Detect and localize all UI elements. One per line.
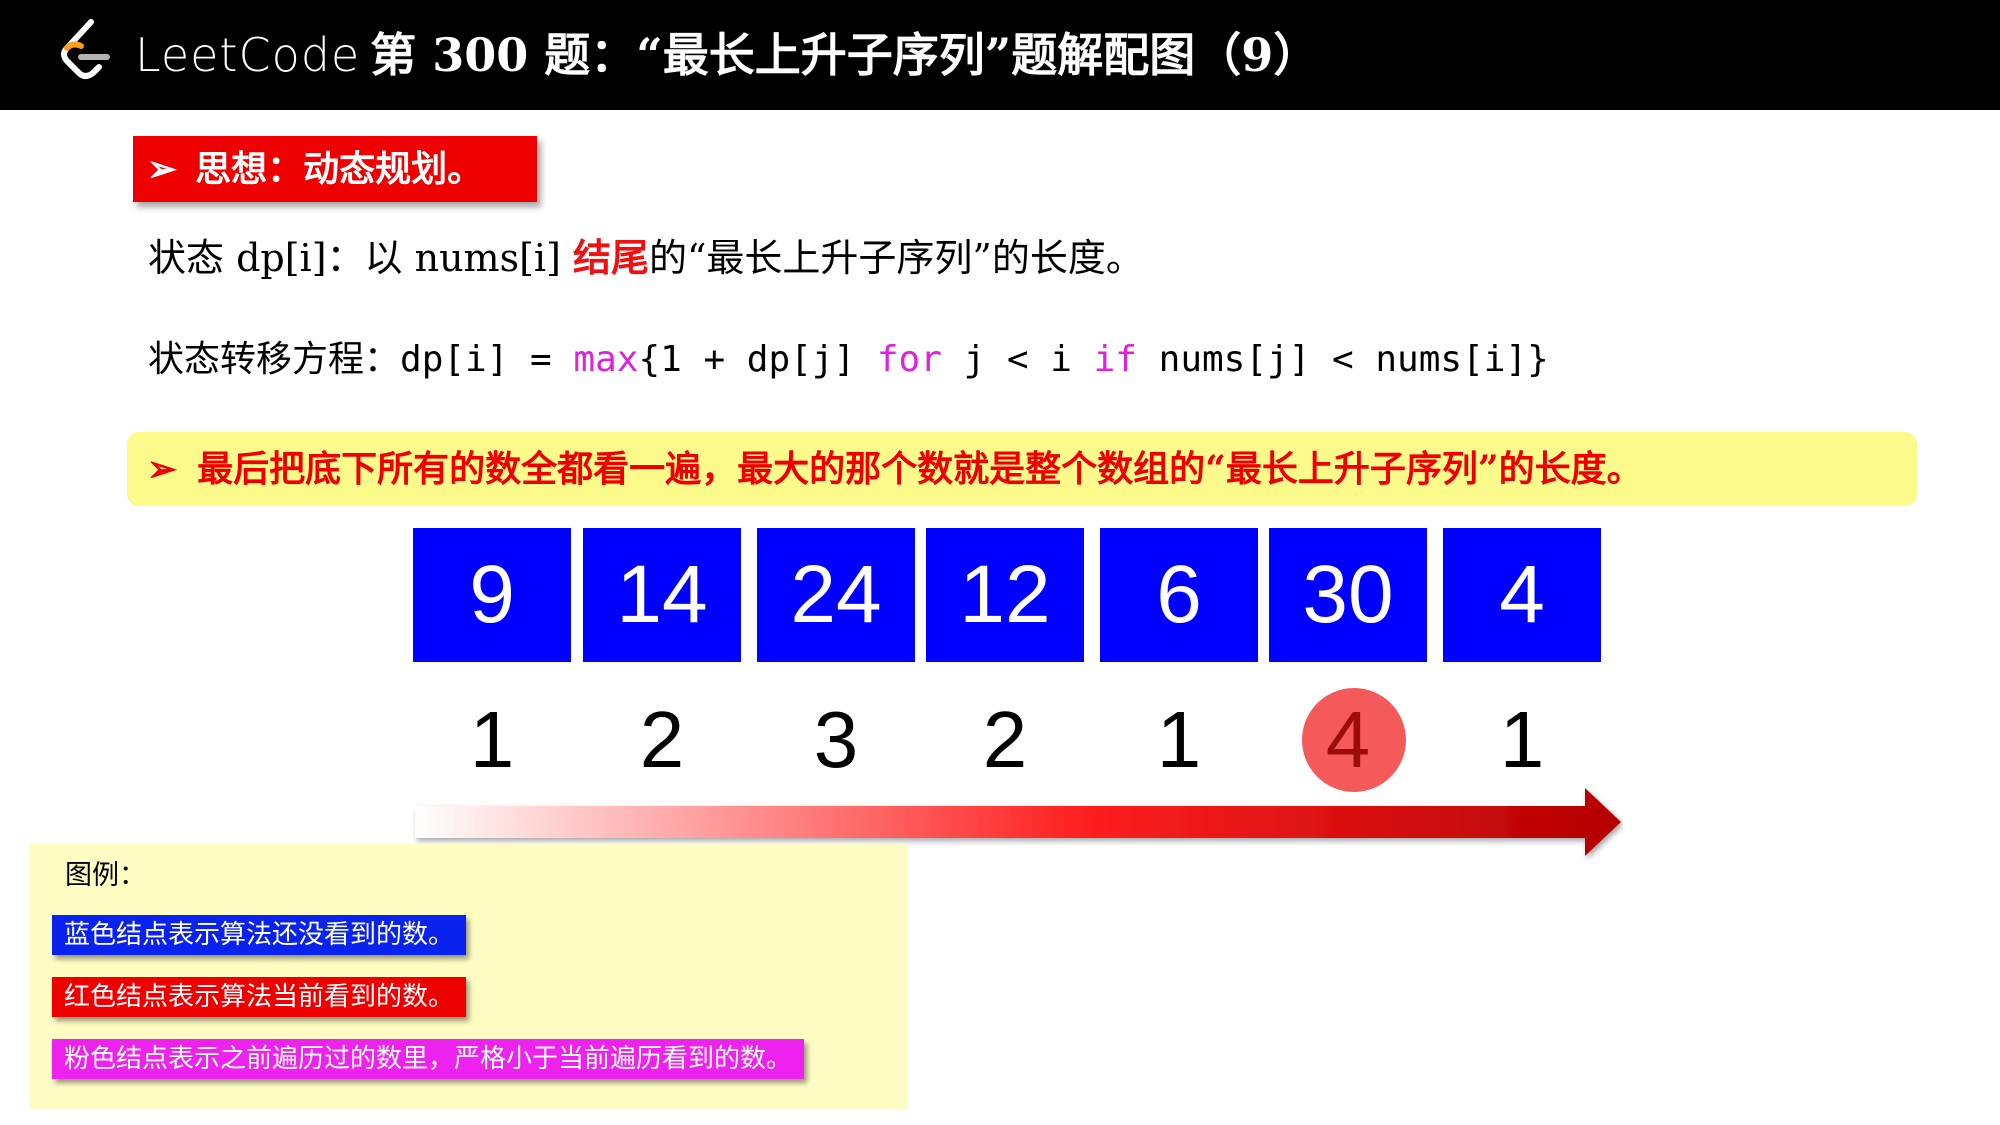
- code-condition: nums[j] < nums[i]}: [1136, 339, 1549, 380]
- num-cell: 12: [926, 528, 1084, 662]
- code-dp-assign: dp[i] =: [400, 339, 574, 380]
- dp-value-max: 4: [1325, 695, 1371, 784]
- code-keyword-for: for: [876, 339, 942, 380]
- idea-text: 思想：动态规划。: [195, 148, 484, 190]
- title-text: 第 300 题：“最长上升子序列”题解配图（9）: [370, 28, 1320, 82]
- transition-equation: 状态转移方程：dp[i] = max{1 + dp[j] for j < i i…: [148, 330, 1549, 390]
- dp-value: 1: [469, 695, 515, 784]
- legend-item-red: 红色结点表示算法当前看到的数。: [52, 977, 467, 1017]
- code-range: j < i: [941, 339, 1094, 380]
- num-cell: 24: [757, 528, 915, 662]
- state-definition-part1: 状态 dp[i]：以 nums[i]: [148, 236, 573, 280]
- page-title: LeetCode 第 300 题：“最长上升子序列”题解配图（9）: [135, 22, 1319, 88]
- legend-panel: 图例： 蓝色结点表示算法还没看到的数。 红色结点表示算法当前看到的数。 粉色结点…: [30, 844, 908, 1109]
- num-cell: 30: [1269, 528, 1427, 662]
- state-definition: 状态 dp[i]：以 nums[i] 结尾的“最长上升子序列”的长度。: [148, 228, 1144, 288]
- code-expr: {1 + dp[j]: [638, 339, 877, 380]
- dp-value: 1: [1499, 695, 1545, 784]
- code-keyword-max: max: [573, 339, 639, 380]
- transition-label: 状态转移方程：: [148, 339, 401, 380]
- num-cell: 6: [1100, 528, 1258, 662]
- bullet-arrow-icon: ➢: [147, 148, 178, 190]
- brand-name: LeetCode: [135, 28, 361, 82]
- legend-item-pink: 粉色结点表示之前遍历过的数里，严格小于当前遍历看到的数。: [52, 1039, 805, 1079]
- idea-banner: ➢ 思想：动态规划。: [133, 136, 537, 202]
- dp-value: 2: [639, 695, 685, 784]
- conclusion-text: 最后把底下所有的数全都看一遍，最大的那个数就是整个数组的“最长上升子序列”的长度…: [197, 448, 1643, 490]
- conclusion-banner: ➢ 最后把底下所有的数全都看一遍，最大的那个数就是整个数组的“最长上升子序列”的长…: [127, 432, 1917, 506]
- dp-value: 2: [982, 695, 1028, 784]
- leetcode-logo-icon: [61, 19, 110, 79]
- header-bar: LeetCode 第 300 题：“最长上升子序列”题解配图（9）: [0, 0, 2000, 110]
- num-cell: 4: [1443, 528, 1601, 662]
- state-definition-part2: 的“最长上升子序列”的长度。: [649, 236, 1144, 280]
- bullet-arrow-icon: ➢: [147, 448, 178, 490]
- num-cell: 14: [583, 528, 741, 662]
- legend-title: 图例：: [65, 860, 146, 891]
- code-keyword-if: if: [1093, 339, 1137, 380]
- state-definition-highlight: 结尾: [572, 235, 649, 280]
- num-cell: 9: [413, 528, 571, 662]
- dp-value: 3: [813, 695, 859, 784]
- legend-item-blue: 蓝色结点表示算法还没看到的数。: [52, 915, 467, 955]
- dp-value: 1: [1156, 695, 1202, 784]
